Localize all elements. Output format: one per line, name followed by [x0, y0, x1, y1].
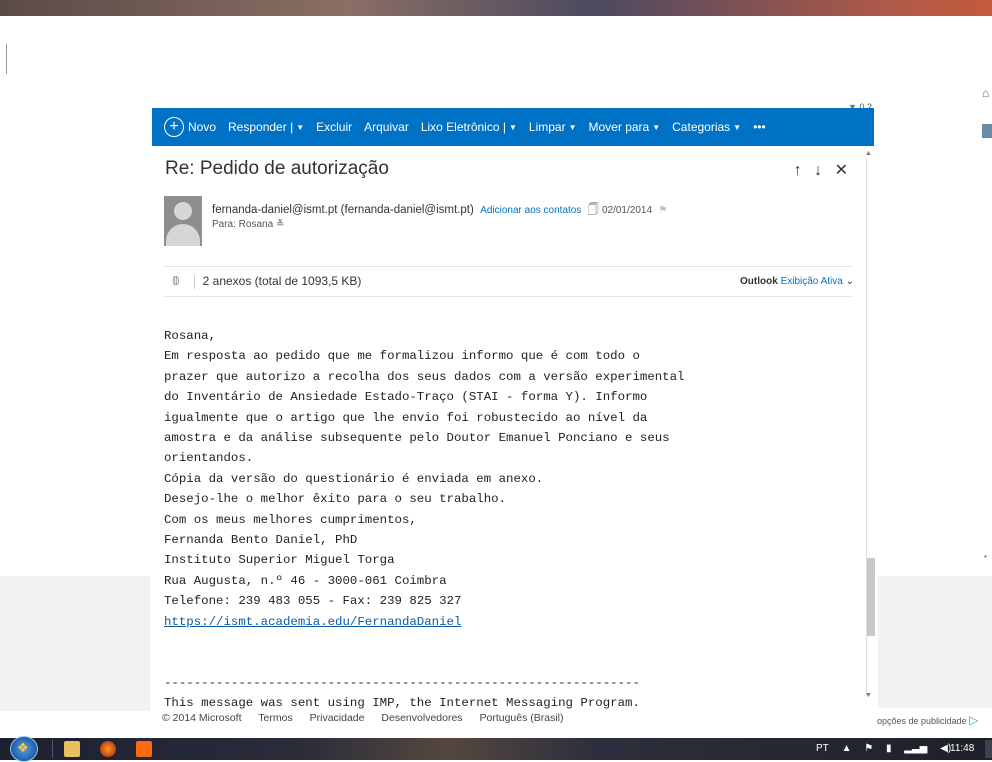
attachments-summary[interactable]: 2 anexos (total de 1093,5 KB) [203, 274, 362, 288]
command-bar: + Novo Responder | ▼ Excluir Arquivar Lix… [152, 108, 874, 146]
body-line: Desejo-lhe o melhor êxito para o seu tra… [164, 492, 507, 507]
page-footer: © 2014 Microsoft Termos Privacidade Dese… [162, 712, 578, 724]
archive-button[interactable]: Arquivar [364, 120, 409, 134]
scroll-up-icon[interactable]: ▲ [865, 150, 872, 157]
body-line: Rosana, [164, 329, 217, 343]
plus-icon: + [164, 117, 184, 137]
privacy-link[interactable]: Privacidade [310, 712, 365, 724]
ad-choices-icon: ▷ [969, 713, 979, 727]
left-divider [6, 44, 7, 74]
flag-icon[interactable]: ⚑ [658, 205, 667, 216]
tray-expand-icon[interactable]: ▲ [842, 743, 852, 754]
copyright-text: © 2014 Microsoft [162, 712, 242, 724]
new-button[interactable]: + Novo [164, 117, 216, 137]
language-indicator[interactable]: PT [816, 743, 829, 754]
power-icon[interactable]: ▮ [886, 743, 892, 754]
divider [164, 296, 852, 297]
outlook-mail-pane: + Novo Responder | ▼ Excluir Arquivar Lix… [152, 108, 874, 710]
chevron-down-icon: ▼ [568, 122, 577, 132]
new-label: Novo [188, 120, 217, 134]
message-body: Rosana, Em resposta ao pedido que me for… [164, 326, 685, 710]
active-view-selector[interactable]: Outlook Exibição Ativa ⌄ [740, 276, 854, 287]
browser-top-strip [0, 0, 992, 16]
body-line: Em resposta ao pedido que me formalizou … [164, 349, 640, 364]
imp-footer-line: This message was sent using IMP, the Int… [164, 696, 640, 710]
start-button[interactable] [10, 736, 38, 762]
scroll-thumb[interactable] [867, 558, 875, 636]
message-nav-buttons[interactable]: ↑ ↓ ✕ [794, 160, 852, 180]
chevron-down-icon[interactable]: ▼ [296, 123, 304, 132]
body-line: do Inventário de Ansiedade Estado-Traço … [164, 390, 648, 405]
paperclip-icon: 𝟘 [172, 274, 180, 288]
sender-name[interactable]: fernanda-daniel@ismt.pt [212, 204, 337, 216]
message-scrollbar[interactable]: ▲ ▼ [864, 150, 876, 705]
body-line: Fernanda Bento Daniel, PhD [164, 533, 358, 548]
page-background-right [878, 576, 992, 708]
explorer-icon[interactable] [64, 741, 80, 757]
avatar [164, 196, 202, 246]
media-player-icon[interactable] [136, 741, 152, 757]
page-background-left [0, 576, 150, 711]
action-center-icon[interactable]: ⚑ [864, 743, 873, 754]
delete-button[interactable]: Excluir [316, 120, 352, 134]
chevron-down-icon[interactable]: ⌄ [846, 276, 854, 287]
categories-button[interactable]: Categorias ▼ [672, 120, 741, 134]
right-panel [976, 16, 992, 576]
body-line: Instituto Superior Miguel Torga [164, 553, 395, 568]
recipient-line[interactable]: Para: Rosana ≚ [212, 219, 284, 230]
signature-divider: ----------------------------------------… [164, 675, 640, 690]
sender-address: (fernanda-daniel@ismt.pt) [340, 204, 474, 216]
add-contacts-link[interactable]: Adicionar aos contatos [480, 205, 581, 216]
chevron-down-icon[interactable]: ▼ [509, 123, 517, 132]
scroll-down-icon[interactable]: ▼ [865, 692, 872, 699]
more-button[interactable]: ••• [753, 120, 766, 134]
taskbar-clock[interactable]: 11:48 [950, 743, 974, 754]
chevron-down-icon[interactable]: ≚ [276, 219, 284, 230]
attachments-bar[interactable]: 𝟘 2 anexos (total de 1093,5 KB) [172, 274, 361, 289]
network-icon[interactable]: ▂▃▅ [904, 743, 927, 754]
windows-taskbar: PT ▲ ⚑ ▮ ▂▃▅ ◀) 11:48 [0, 736, 992, 762]
chevron-down-icon: ▼ [652, 122, 661, 132]
reply-button[interactable]: Responder | ▼ [228, 120, 304, 134]
show-desktop-button[interactable] [985, 740, 992, 758]
paperclip-icon: 🗍 [587, 204, 599, 216]
system-tray: PT ▲ ⚑ ▮ ▂▃▅ ◀) [816, 743, 961, 754]
junk-button[interactable]: Lixo Eletrônico | ▼ [421, 120, 517, 134]
profile-link[interactable]: https://ismt.academia.edu/FernandaDaniel [164, 615, 461, 629]
divider [164, 266, 852, 267]
message-subject: Re: Pedido de autorização [165, 158, 389, 179]
body-line: Cópia da versão do questionário é enviad… [164, 471, 544, 486]
body-line: Rua Augusta, n.º 46 - 3000-061 Coimbra [164, 573, 447, 588]
body-line: igualmente que o artigo que lhe envio fo… [164, 410, 648, 425]
move-button[interactable]: Mover para ▼ [589, 120, 661, 134]
body-line: Telefone: 239 483 055 - Fax: 239 825 327 [164, 594, 462, 609]
developers-link[interactable]: Desenvolvedores [381, 712, 462, 724]
body-line: prazer que autorizo a recolha dos seus d… [164, 369, 685, 384]
browser-content-top [8, 16, 976, 76]
language-link[interactable]: Português (Brasil) [479, 712, 563, 724]
sender-line: fernanda-daniel@ismt.pt (fernanda-daniel… [212, 201, 667, 220]
ad-options[interactable]: opções de publicidade ▷ [877, 713, 978, 727]
message-date: 02/01/2014 [601, 205, 653, 216]
sweep-button[interactable]: Limpar ▼ [529, 120, 577, 134]
chevron-down-icon: ▼ [733, 122, 742, 132]
body-line: orientandos. [164, 451, 254, 466]
side-indicator-icon: ▪ [984, 552, 987, 561]
firefox-icon[interactable] [100, 741, 116, 757]
body-line: Com os meus melhores cumprimentos, [164, 512, 417, 527]
side-thumbnail [982, 124, 992, 138]
terms-link[interactable]: Termos [258, 712, 292, 724]
home-icon[interactable]: ⌂ [982, 86, 989, 100]
body-line: amostra e da análise subsequente pelo Do… [164, 431, 670, 446]
